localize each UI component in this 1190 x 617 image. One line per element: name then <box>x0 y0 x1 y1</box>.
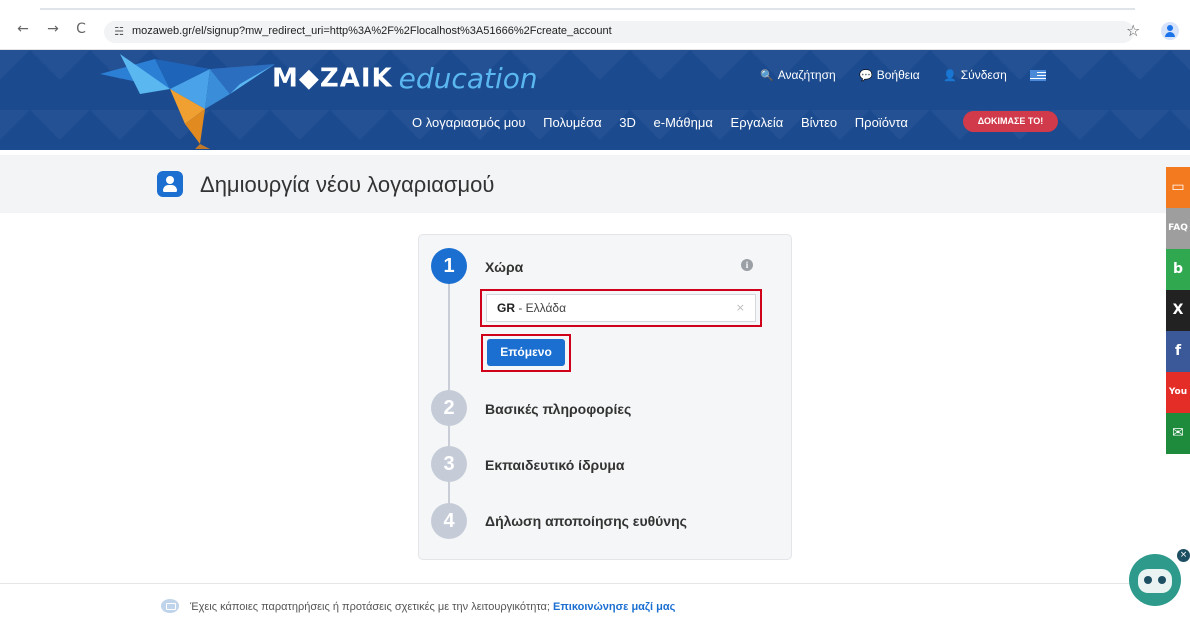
step-3-circle: 3 <box>431 446 467 482</box>
facebook-side-icon[interactable]: f <box>1166 331 1190 372</box>
robot-eye-right <box>1158 576 1166 584</box>
greek-flag-icon[interactable] <box>1030 70 1047 82</box>
envelope-icon <box>161 599 179 613</box>
page-title: Δημιουργία νέου λογαριασμού <box>200 172 495 197</box>
nav-products[interactable]: Προϊόντα <box>855 115 908 130</box>
footer-divider <box>0 583 1140 584</box>
nav-multimedia[interactable]: Πολυμέσα <box>543 115 602 130</box>
next-button-highlight <box>481 334 571 372</box>
nav-videos[interactable]: Βίντεο <box>801 115 837 130</box>
step-4-label: Δήλωση αποποίησης ευθύνης <box>485 513 687 529</box>
site-info-icon[interactable]: ☵ <box>112 25 126 39</box>
info-icon[interactable]: i <box>741 259 753 271</box>
main-nav: Ο λογαριασμός μου Πολυμέσα 3D e-Μάθημα Ε… <box>412 115 922 130</box>
browser-toolbar: ← → C ☵ mozaweb.gr/el/signup?mw_redirect… <box>0 0 1190 50</box>
login-link[interactable]: 👤 Σύνδεση <box>943 68 1007 82</box>
help-link[interactable]: 💬 Βοήθεια <box>859 68 920 82</box>
forward-icon[interactable]: → <box>44 20 62 38</box>
user-account-icon <box>157 171 183 197</box>
step-4-circle: 4 <box>431 503 467 539</box>
reload-icon[interactable]: C <box>72 20 90 38</box>
step-2-circle: 2 <box>431 390 467 426</box>
email-side-icon[interactable]: ✉ <box>1166 413 1190 454</box>
step-1-label: Χώρα <box>485 259 524 275</box>
url-text[interactable]: mozaweb.gr/el/signup?mw_redirect_uri=htt… <box>132 25 612 37</box>
nav-3d[interactable]: 3D <box>619 115 636 130</box>
youtube-side-icon[interactable]: You <box>1166 372 1190 413</box>
user-icon: 👤 <box>943 69 957 82</box>
address-bar[interactable]: ☵ mozaweb.gr/el/signup?mw_redirect_uri=h… <box>104 21 1134 43</box>
step-3-label: Εκπαιδευτικό ίδρυμα <box>485 457 625 473</box>
back-icon[interactable]: ← <box>14 20 32 38</box>
logo-product: education <box>398 62 538 95</box>
help-link-label: Βοήθεια <box>876 68 920 82</box>
search-icon: 🔍 <box>760 69 774 82</box>
signup-wizard-card <box>418 234 792 560</box>
chatbot-close-icon[interactable]: × <box>1177 549 1190 562</box>
logo-brand: M◆ZAIK <box>272 63 393 94</box>
bookmark-star-icon[interactable]: ☆ <box>1126 21 1140 40</box>
profile-avatar-icon[interactable] <box>1161 22 1179 40</box>
robot-eye-left <box>1144 576 1152 584</box>
site-header: M◆ZAIK education 🔍 Αναζήτηση 💬 Βοήθεια 👤 Σύν… <box>0 50 1190 150</box>
step-1-circle: 1 <box>431 248 467 284</box>
nav-tools[interactable]: Εργαλεία <box>731 115 784 130</box>
contact-us-link[interactable]: Επικοινώνησε μαζί μας <box>553 601 675 613</box>
country-select-highlight <box>480 289 762 327</box>
login-link-label: Σύνδεση <box>960 68 1007 82</box>
chatbot-robot-icon[interactable] <box>1129 554 1181 606</box>
try-it-button[interactable]: ΔΟΚΙΜΑΣΕ ΤΟ! <box>963 111 1058 132</box>
search-link[interactable]: 🔍 Αναζήτηση <box>760 68 836 82</box>
feedback-side-icon[interactable]: ▭ <box>1166 167 1190 208</box>
nav-my-account[interactable]: Ο λογαριασμός μου <box>412 115 526 130</box>
x-side-icon[interactable]: X <box>1166 290 1190 331</box>
mozaik-education-logo[interactable]: M◆ZAIK education <box>272 62 538 98</box>
nav-e-lesson[interactable]: e-Μάθημα <box>654 115 713 130</box>
search-link-label: Αναζήτηση <box>777 68 836 82</box>
header-top-links: 🔍 Αναζήτηση 💬 Βοήθεια 👤 Σύνδεση <box>760 68 1047 84</box>
robot-face <box>1138 569 1172 593</box>
blog-side-icon[interactable]: b <box>1166 249 1190 290</box>
kingfisher-bird-logo <box>100 54 275 149</box>
feedback-prompt: Έχεις κάποιες παρατηρήσεις ή προτάσεις σ… <box>190 601 675 613</box>
feedback-text: Έχεις κάποιες παρατηρήσεις ή προτάσεις σ… <box>190 601 550 613</box>
step-2-label: Βασικές πληροφορίες <box>485 401 632 417</box>
help-bubble-icon: 💬 <box>859 69 873 82</box>
faq-side-icon[interactable]: FAQ <box>1166 208 1190 249</box>
tab-strip <box>40 8 1135 10</box>
